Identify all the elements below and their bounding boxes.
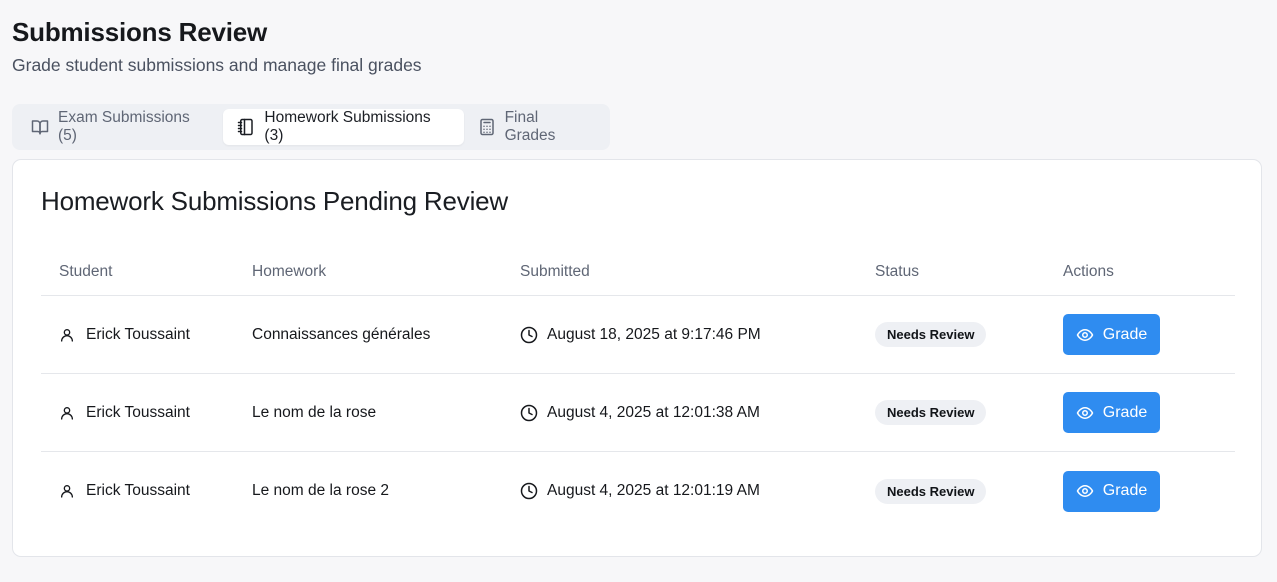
table-row: Erick Toussaint Le nom de la rose August… bbox=[41, 374, 1235, 452]
grade-button[interactable]: Grade bbox=[1063, 392, 1160, 433]
user-icon bbox=[59, 482, 77, 500]
tab-label: Final Grades bbox=[504, 109, 556, 144]
grade-button-label: Grade bbox=[1102, 482, 1148, 499]
clock-icon bbox=[520, 482, 538, 500]
submitted-cell: August 18, 2025 at 9:17:46 PM bbox=[520, 326, 875, 344]
notebook-icon bbox=[237, 118, 255, 136]
eye-icon bbox=[1076, 326, 1094, 344]
tab-homework-submissions[interactable]: Homework Submissions (3) bbox=[223, 109, 464, 145]
status-cell: Needs Review bbox=[875, 478, 1063, 504]
student-name: Erick Toussaint bbox=[86, 482, 190, 499]
column-header-homework: Homework bbox=[252, 262, 327, 280]
tab-exam-submissions[interactable]: Exam Submissions (5) bbox=[17, 109, 223, 145]
page-subtitle: Grade student submissions and manage fin… bbox=[12, 55, 422, 75]
column-header-submitted: Submitted bbox=[520, 262, 590, 280]
column-header-status: Status bbox=[875, 262, 919, 280]
student-cell: Erick Toussaint bbox=[41, 404, 252, 422]
student-cell: Erick Toussaint bbox=[41, 482, 252, 500]
table-row: Erick Toussaint Le nom de la rose 2 Augu… bbox=[41, 452, 1235, 530]
grade-button-label: Grade bbox=[1102, 403, 1148, 421]
submitted-cell: August 4, 2025 at 12:01:38 AM bbox=[520, 404, 875, 422]
card-title: Homework Submissions Pending Review bbox=[41, 186, 508, 216]
grade-button[interactable]: Grade bbox=[1063, 314, 1160, 355]
eye-icon bbox=[1076, 482, 1094, 500]
column-header-actions: Actions bbox=[1063, 262, 1114, 280]
homework-title: Le nom de la rose bbox=[252, 403, 377, 421]
user-icon bbox=[59, 326, 77, 344]
homework-title: Connaissances générales bbox=[252, 325, 431, 343]
actions-cell: Grade bbox=[1063, 470, 1235, 512]
tab-label: Homework Submissions (3) bbox=[264, 109, 431, 144]
homework-title: Le nom de la rose 2 bbox=[252, 482, 390, 499]
grade-button[interactable]: Grade bbox=[1063, 470, 1160, 512]
tab-label: Exam Submissions (5) bbox=[58, 109, 190, 144]
actions-cell: Grade bbox=[1063, 392, 1235, 433]
page-title: Submissions Review bbox=[12, 17, 268, 47]
user-icon bbox=[59, 404, 77, 422]
calculator-icon bbox=[478, 118, 496, 136]
actions-cell: Grade bbox=[1063, 314, 1235, 355]
page: Submissions Review Grade student submiss… bbox=[0, 0, 1277, 582]
student-name: Erick Toussaint bbox=[86, 403, 190, 421]
student-name: Erick Toussaint bbox=[86, 325, 190, 343]
table-row: Erick Toussaint Connaissances générales … bbox=[41, 296, 1235, 374]
submitted-date: August 4, 2025 at 12:01:19 AM bbox=[547, 482, 760, 499]
submitted-cell: August 4, 2025 at 12:01:19 AM bbox=[520, 482, 875, 500]
student-cell: Erick Toussaint bbox=[41, 326, 252, 344]
book-open-icon bbox=[31, 118, 49, 136]
column-header-student: Student bbox=[59, 262, 113, 280]
tab-final-grades[interactable]: Final Grades bbox=[464, 109, 605, 145]
tab-bar: Exam Submissions (5) Homework Submission… bbox=[12, 104, 610, 150]
submissions-table: Student Homework Submitted Status Action… bbox=[41, 248, 1235, 530]
status-badge: Needs Review bbox=[875, 322, 987, 347]
eye-icon bbox=[1076, 404, 1094, 422]
status-cell: Needs Review bbox=[875, 400, 1063, 425]
status-badge: Needs Review bbox=[875, 400, 987, 425]
status-cell: Needs Review bbox=[875, 322, 1063, 347]
submitted-date: August 4, 2025 at 12:01:38 AM bbox=[547, 403, 760, 421]
submitted-date: August 18, 2025 at 9:17:46 PM bbox=[547, 325, 761, 343]
clock-icon bbox=[520, 404, 538, 422]
grade-button-label: Grade bbox=[1102, 325, 1148, 343]
table-header: Student Homework Submitted Status Action… bbox=[41, 248, 1235, 296]
clock-icon bbox=[520, 326, 538, 344]
status-badge: Needs Review bbox=[875, 478, 987, 504]
submissions-card: Homework Submissions Pending Review Stud… bbox=[12, 159, 1262, 557]
